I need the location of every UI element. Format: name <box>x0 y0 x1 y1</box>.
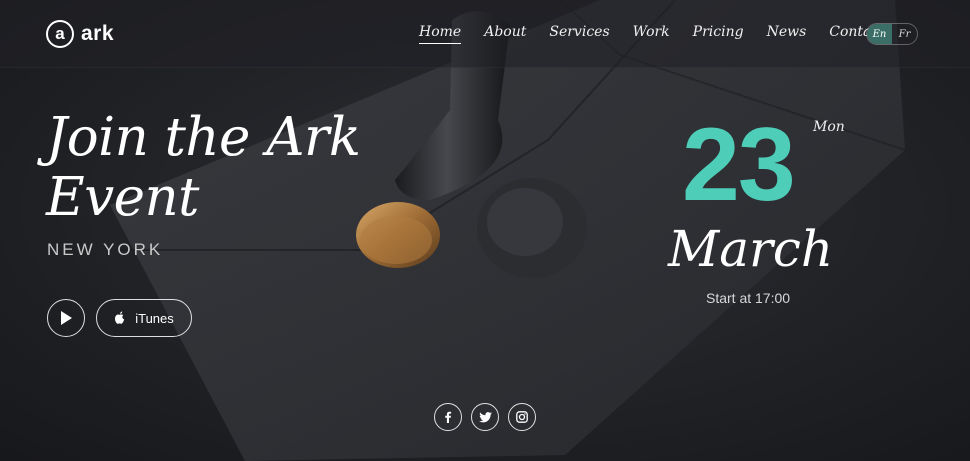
main-nav: Home About Services Work Pricing News Co… <box>419 24 915 44</box>
itunes-button[interactable]: iTunes <box>96 299 192 337</box>
language-switcher: En Fr <box>866 23 918 45</box>
facebook-icon <box>445 411 452 423</box>
nav-item-services[interactable]: Services <box>549 24 609 44</box>
nav-item-home[interactable]: Home <box>419 24 462 44</box>
event-location: NEW YORK <box>47 240 164 259</box>
nav-item-about[interactable]: About <box>484 24 526 44</box>
event-month: March <box>668 220 834 278</box>
brand-name: ark <box>81 22 115 45</box>
lang-option-en[interactable]: En <box>867 24 892 44</box>
event-weekday: Mon <box>813 119 845 135</box>
nav-item-news[interactable]: News <box>767 24 807 44</box>
hero-title-line1: Join the Ark <box>46 107 361 168</box>
twitter-link[interactable] <box>471 403 499 431</box>
event-day: 23 <box>682 107 796 223</box>
nav-item-pricing[interactable]: Pricing <box>693 24 744 44</box>
twitter-icon <box>478 411 492 422</box>
lang-option-fr[interactable]: Fr <box>892 24 917 44</box>
facebook-link[interactable] <box>434 403 462 431</box>
play-icon <box>61 311 72 325</box>
social-links <box>434 403 545 431</box>
brand-logo[interactable]: a ark <box>46 20 114 48</box>
instagram-link[interactable] <box>508 403 536 431</box>
apple-icon <box>114 311 126 325</box>
event-start-time: Start at 17:00 <box>706 290 791 306</box>
hero-title-line2: Event <box>46 167 199 228</box>
play-button[interactable] <box>47 299 85 337</box>
hero-title: Join the Ark Event <box>46 107 361 228</box>
itunes-label: iTunes <box>135 310 174 326</box>
instagram-icon <box>516 411 528 423</box>
logo-mark-icon: a <box>46 20 74 48</box>
nav-item-work[interactable]: Work <box>633 24 670 44</box>
